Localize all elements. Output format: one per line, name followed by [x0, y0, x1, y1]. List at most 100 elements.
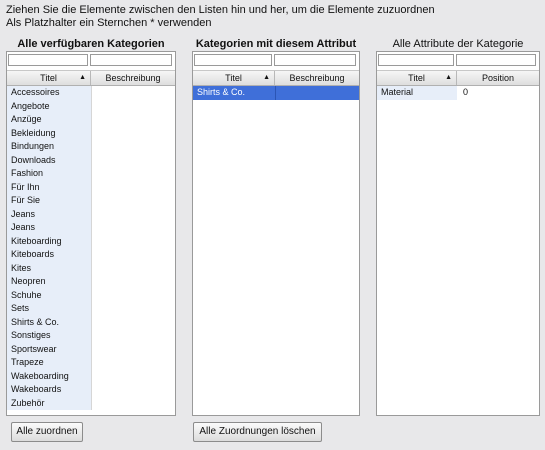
available-category-row[interactable]: Schuhe	[7, 288, 175, 302]
available-category-title-cell: Bekleidung	[7, 126, 91, 140]
available-title-filter-input[interactable]	[8, 54, 88, 66]
available-category-description-cell	[91, 315, 175, 329]
available-category-row[interactable]: Sportswear	[7, 342, 175, 356]
available-category-row[interactable]: Jeans	[7, 207, 175, 221]
assigned-categories-title: Kategorien mit diesem Attribut	[195, 38, 357, 50]
available-description-column-header[interactable]: Beschreibung	[91, 71, 175, 85]
available-category-title-cell: Für Ihn	[7, 180, 91, 194]
available-category-title-cell: Neopren	[7, 275, 91, 289]
remove-all-assignments-button[interactable]: Alle Zuordnungen löschen	[193, 422, 322, 442]
available-category-description-cell	[91, 153, 175, 167]
attributes-position-column-header[interactable]: Position	[457, 71, 539, 85]
available-category-row[interactable]: Anzüge	[7, 113, 175, 127]
available-category-row[interactable]: Wakeboarding	[7, 369, 175, 383]
attributes-position-filter-input[interactable]	[456, 54, 536, 66]
assigned-category-title-cell: Shirts & Co.	[193, 86, 275, 100]
assign-all-button[interactable]: Alle zuordnen	[11, 422, 83, 442]
available-category-description-cell	[91, 288, 175, 302]
assigned-title-column-header[interactable]: Titel ▲	[193, 71, 275, 85]
available-category-description-cell	[91, 194, 175, 208]
available-category-description-cell	[91, 275, 175, 289]
available-description-header-label: Beschreibung	[105, 73, 161, 83]
available-category-description-cell	[91, 396, 175, 410]
available-category-title-cell: Anzüge	[7, 113, 91, 127]
assigned-filter-row	[193, 52, 359, 70]
attributes-position-header-label: Position	[481, 73, 515, 83]
available-filter-row	[7, 52, 175, 70]
available-category-row[interactable]: Trapeze	[7, 356, 175, 370]
available-category-description-cell	[91, 167, 175, 181]
available-category-title-cell: Sets	[7, 302, 91, 316]
available-category-title-cell: Wakeboards	[7, 383, 91, 397]
available-category-row[interactable]: Fashion	[7, 167, 175, 181]
available-category-title-cell: Bindungen	[7, 140, 91, 154]
instructions-line-2: Als Platzhalter ein Sternchen * verwende…	[6, 17, 212, 29]
attributes-title-filter-input[interactable]	[378, 54, 454, 66]
available-category-description-cell	[91, 342, 175, 356]
available-category-title-cell: Sonstiges	[7, 329, 91, 343]
available-category-title-cell: Shirts & Co.	[7, 315, 91, 329]
available-category-description-cell	[91, 248, 175, 262]
attributes-header-row: Titel ▲ Position	[377, 70, 539, 86]
available-category-description-cell	[91, 207, 175, 221]
available-category-title-cell: Accessoires	[7, 86, 91, 100]
available-category-title-cell: Sportswear	[7, 342, 91, 356]
available-category-description-cell	[91, 234, 175, 248]
available-category-description-cell	[91, 126, 175, 140]
available-category-row[interactable]: Kiteboards	[7, 248, 175, 262]
available-category-title-cell: Jeans	[7, 207, 91, 221]
available-category-row[interactable]: Neopren	[7, 275, 175, 289]
available-category-row[interactable]: Sets	[7, 302, 175, 316]
assigned-category-description-cell	[275, 86, 359, 100]
attribute-position-cell: 0	[457, 86, 539, 100]
available-category-row[interactable]: Downloads	[7, 153, 175, 167]
available-category-description-cell	[91, 99, 175, 113]
assigned-description-column-header[interactable]: Beschreibung	[275, 71, 359, 85]
available-category-title-cell: Kites	[7, 261, 91, 275]
available-category-row[interactable]: Bekleidung	[7, 126, 175, 140]
available-category-row[interactable]: Shirts & Co.	[7, 315, 175, 329]
available-category-description-cell	[91, 329, 175, 343]
available-category-row[interactable]: Kites	[7, 261, 175, 275]
sort-ascending-icon: ▲	[79, 74, 86, 81]
available-category-title-cell: Kiteboards	[7, 248, 91, 262]
available-category-row[interactable]: Jeans	[7, 221, 175, 235]
attributes-filter-row	[377, 52, 539, 70]
available-category-row[interactable]: Sonstiges	[7, 329, 175, 343]
available-category-row[interactable]: Wakeboards	[7, 383, 175, 397]
available-header-row: Titel ▲ Beschreibung	[7, 70, 175, 86]
available-category-row[interactable]: Accessoires	[7, 86, 175, 100]
assigned-title-filter-input[interactable]	[194, 54, 272, 66]
category-attributes-grid: Titel ▲ Position Material 0	[376, 51, 540, 416]
available-categories-title: Alle verfügbaren Kategorien	[17, 38, 165, 50]
instructions: Ziehen Sie die Elemente zwischen den Lis…	[6, 4, 435, 30]
assigned-description-header-label: Beschreibung	[289, 73, 345, 83]
available-category-title-cell: Schuhe	[7, 288, 91, 302]
available-category-row[interactable]: Für Ihn	[7, 180, 175, 194]
instructions-line-1: Ziehen Sie die Elemente zwischen den Lis…	[6, 4, 435, 16]
available-category-description-cell	[91, 261, 175, 275]
assigned-categories-panel: Kategorien mit diesem Attribut Titel ▲ B…	[192, 37, 360, 416]
available-category-title-cell: Für Sie	[7, 194, 91, 208]
available-category-row[interactable]: Bindungen	[7, 140, 175, 154]
category-attributes-panel: Alle Attribute der Kategorie Titel ▲ Pos…	[376, 37, 540, 416]
attributes-title-column-header[interactable]: Titel ▲	[377, 71, 457, 85]
category-attributes-title: Alle Attribute der Kategorie	[392, 38, 524, 50]
available-category-row[interactable]: Für Sie	[7, 194, 175, 208]
attribute-row[interactable]: Material 0	[377, 86, 539, 100]
available-category-row[interactable]: Angebote	[7, 99, 175, 113]
assigned-categories-grid: Titel ▲ Beschreibung Shirts & Co.	[192, 51, 360, 416]
available-category-description-cell	[91, 302, 175, 316]
attribute-title-cell: Material	[377, 86, 457, 100]
available-category-title-cell: Fashion	[7, 167, 91, 181]
available-description-filter-input[interactable]	[90, 54, 172, 66]
assigned-category-row[interactable]: Shirts & Co.	[193, 86, 359, 100]
available-category-row[interactable]: Kiteboarding	[7, 234, 175, 248]
available-category-row[interactable]: Zubehör	[7, 396, 175, 410]
assigned-title-header-label: Titel	[225, 73, 242, 83]
available-categories-grid: Titel ▲ Beschreibung Accessoires Angebote…	[6, 51, 176, 416]
assigned-rows: Shirts & Co.	[193, 86, 359, 100]
available-title-column-header[interactable]: Titel ▲	[7, 71, 91, 85]
available-category-description-cell	[91, 369, 175, 383]
assigned-description-filter-input[interactable]	[274, 54, 356, 66]
